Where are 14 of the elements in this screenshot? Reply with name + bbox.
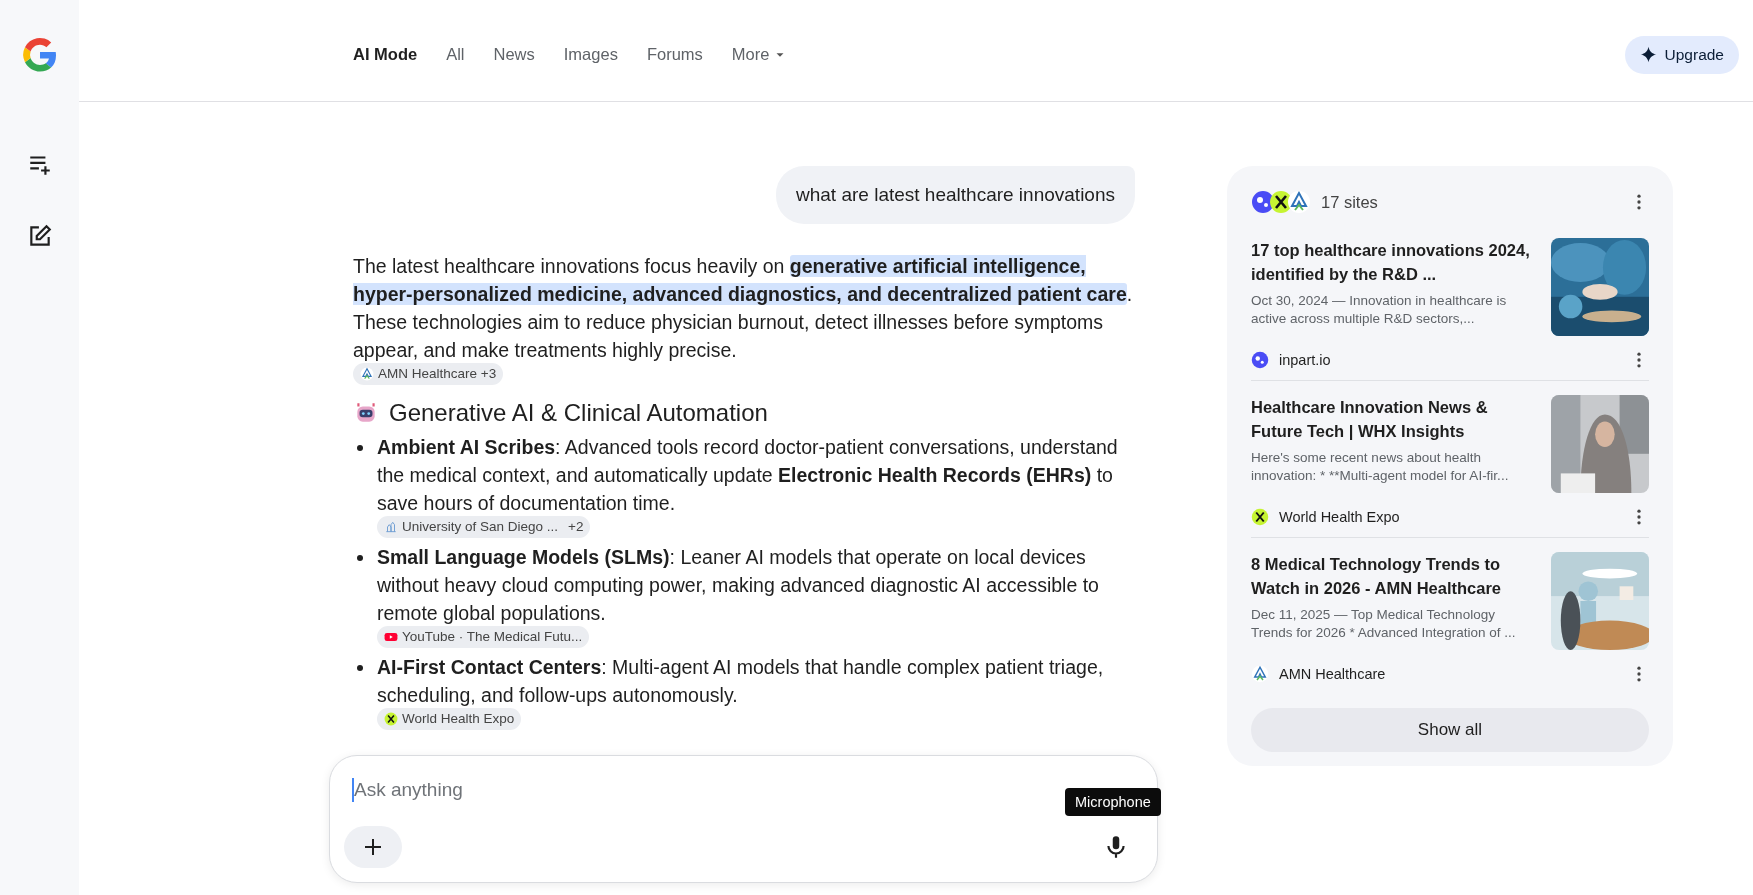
site-name: AMN Healthcare [1279,666,1386,682]
answer-paragraph: The latest healthcare innovations focus heavily on generative artificial intelligence, hyper-personalized medicine, advanced diagnostics, and decentralized patient care. These technologies aim to reduce physician burnout, detect illnesses before symptoms appear, and make treatments highly precise. [353,254,1134,363]
site-name: inpart.io [1279,352,1331,368]
bullet-text: Ambient AI Scribes: Advanced tools record doctor-patient conversations, understand the medical context, and automatically update Electronic Health Records (EHRs) to save hours of documentation time. [377,435,1119,516]
result-snippet: Here's some recent news about health innovation: * **Multi-agent model for AI-fir... [1251,449,1510,485]
result-snippet: Dec 11, 2025 — Top Medical Technology Trends for 2026 * Advanced Integration of ... [1251,606,1517,642]
tooltip: Microphone [1065,788,1161,816]
bullet-text: AI-First Contact Centers: Multi-agent AI models that handle complex patient triage, scheduling, and follow-ups autonomously. [377,655,1105,708]
sites-count: 17 sites [1321,192,1379,212]
query-bubble: what are latest healthcare innovations [776,166,1135,224]
section-heading: Generative AI & Clinical Automation [389,399,768,427]
result-snippet: Oct 30, 2024 — Innovation in healthcare is active across multiple R&D sectors,... [1251,292,1508,328]
bullet-text: Small Language Models (SLMs): Leaner AI models that operate on local devices without heavy cloud computing power, making advanced diagnostic AI accessible to remote global populations. [377,545,1100,626]
site-name: World Health Expo [1279,509,1400,525]
